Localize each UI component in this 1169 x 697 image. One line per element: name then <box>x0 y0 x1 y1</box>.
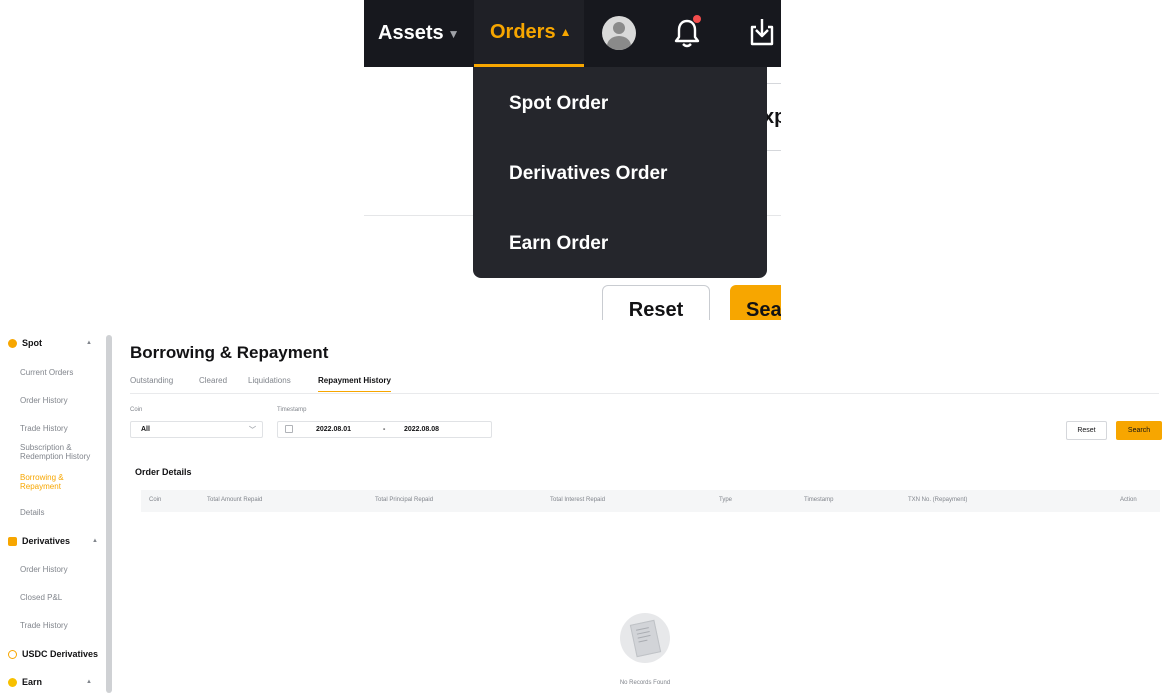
column-header-timestamp: Timestamp <box>804 497 834 503</box>
date-to[interactable]: 2022.08.08 <box>404 426 439 433</box>
notification-dot <box>693 15 701 23</box>
menu-item-earn-order[interactable]: Earn Order <box>509 233 608 255</box>
sidebar-group-label: Spot <box>22 338 42 348</box>
column-header-total-principal-repaid: Total Principal Repaid <box>375 497 434 503</box>
earn-icon <box>8 677 17 687</box>
zoomed-header-crop: Assets ▼ Orders ▲ xp Reset Sea Spot Orde… <box>364 0 781 320</box>
sidebar-item-order-history[interactable]: Order History <box>20 396 104 405</box>
sidebar-item-closed-pnl[interactable]: Closed P&L <box>20 593 104 602</box>
coin-filter-label: Coin <box>130 407 143 413</box>
calendar-icon <box>285 425 293 433</box>
sidebar-item-current-orders[interactable]: Current Orders <box>20 368 104 377</box>
sidebar-item-derivatives-trade-history[interactable]: Trade History <box>20 621 104 630</box>
tab-liquidations[interactable]: Liquidations <box>248 376 291 385</box>
timestamp-filter-label: Timestamp <box>277 407 307 413</box>
tab-outstanding[interactable]: Outstanding <box>130 376 173 385</box>
date-from[interactable]: 2022.08.01 <box>316 426 351 433</box>
menu-item-derivatives-order[interactable]: Derivatives Order <box>509 163 667 185</box>
order-details-panel: Order Details Coin Total Amount Repaid T… <box>125 452 1169 697</box>
orders-dropdown-menu: Spot Order Derivatives Order Earn Order <box>473 67 767 278</box>
date-range-picker[interactable]: 2022.08.01 - 2022.08.08 <box>277 421 492 438</box>
chevron-up-icon: ▲ <box>92 538 98 544</box>
tab-repayment-history[interactable]: Repayment History <box>318 376 391 392</box>
main-content: Borrowing & Repayment Outstanding Cleare… <box>120 333 1169 697</box>
bell-icon[interactable] <box>672 15 702 49</box>
download-icon[interactable] <box>747 16 777 48</box>
avatar-icon[interactable] <box>602 16 636 50</box>
derivatives-icon <box>8 536 17 546</box>
reset-button[interactable]: Reset <box>1066 421 1107 440</box>
sidebar-group-usdc-derivatives[interactable]: USDC Derivatives <box>8 649 98 659</box>
usdc-icon <box>8 649 17 659</box>
sidebar-group-spot[interactable]: Spot ▲ <box>8 338 92 348</box>
sidebar-group-derivatives[interactable]: Derivatives ▲ <box>8 536 98 546</box>
caret-down-icon: ▼ <box>447 26 460 41</box>
column-header-action: Action <box>1120 497 1137 503</box>
sidebar-group-label: USDC Derivatives <box>22 649 99 659</box>
column-header-coin: Coin <box>149 497 162 503</box>
chevron-up-icon: ▲ <box>86 340 92 346</box>
column-header-total-amount-repaid: Total Amount Repaid <box>207 497 263 503</box>
sidebar-item-details[interactable]: Details <box>20 508 104 517</box>
chevron-down-icon: ﹀ <box>249 427 256 434</box>
column-header-txn-no: TXN No. (Repayment) <box>908 497 968 503</box>
nav-orders-label: Orders <box>490 20 556 43</box>
coin-select[interactable]: All ﹀ <box>130 421 263 438</box>
panel-title: Order Details <box>135 467 192 477</box>
coin-select-value: All <box>141 426 150 433</box>
date-separator: - <box>383 426 386 433</box>
sidebar-group-label: Earn <box>22 677 43 687</box>
sidebar-item-trade-history[interactable]: Trade History <box>20 424 104 433</box>
sidebar-group-label: Derivatives <box>22 536 71 546</box>
spot-icon <box>8 338 17 348</box>
page-title: Borrowing & Repayment <box>130 343 329 362</box>
column-header-type: Type <box>719 497 733 503</box>
empty-records-icon <box>620 613 670 663</box>
search-button[interactable]: Search <box>1116 421 1162 440</box>
sidebar-scrollbar[interactable] <box>106 335 112 693</box>
zoom-search-button[interactable]: Sea <box>730 285 781 320</box>
nav-assets-label: Assets <box>378 22 444 44</box>
menu-item-spot-order[interactable]: Spot Order <box>509 93 608 115</box>
tab-cleared[interactable]: Cleared <box>199 376 227 385</box>
sidebar: Spot ▲ Current Orders Order History Trad… <box>0 333 108 693</box>
sidebar-item-borrowing-repayment[interactable]: Borrowing & Repayment <box>20 473 104 491</box>
chevron-up-icon: ▲ <box>86 679 92 685</box>
nav-orders[interactable]: Orders ▲ <box>474 0 584 67</box>
tab-bar: Outstanding Cleared Liquidations Repayme… <box>130 374 1159 394</box>
column-header-total-interest-repaid: Total Interest Repaid <box>550 497 606 503</box>
table-header: Coin Total Amount Repaid Total Principal… <box>141 490 1160 512</box>
caret-up-icon: ▲ <box>559 25 572 39</box>
sidebar-item-derivatives-order-history[interactable]: Order History <box>20 565 104 574</box>
zoom-reset-button[interactable]: Reset <box>602 285 710 320</box>
empty-state-text: No Records Found <box>619 680 671 686</box>
sidebar-group-earn[interactable]: Earn ▲ <box>8 677 92 687</box>
top-navbar: Assets ▼ Orders ▲ <box>364 0 781 67</box>
nav-assets[interactable]: Assets ▼ <box>378 0 460 67</box>
sidebar-item-subscription-redemption-history[interactable]: Subscription & Redemption History <box>20 443 104 461</box>
